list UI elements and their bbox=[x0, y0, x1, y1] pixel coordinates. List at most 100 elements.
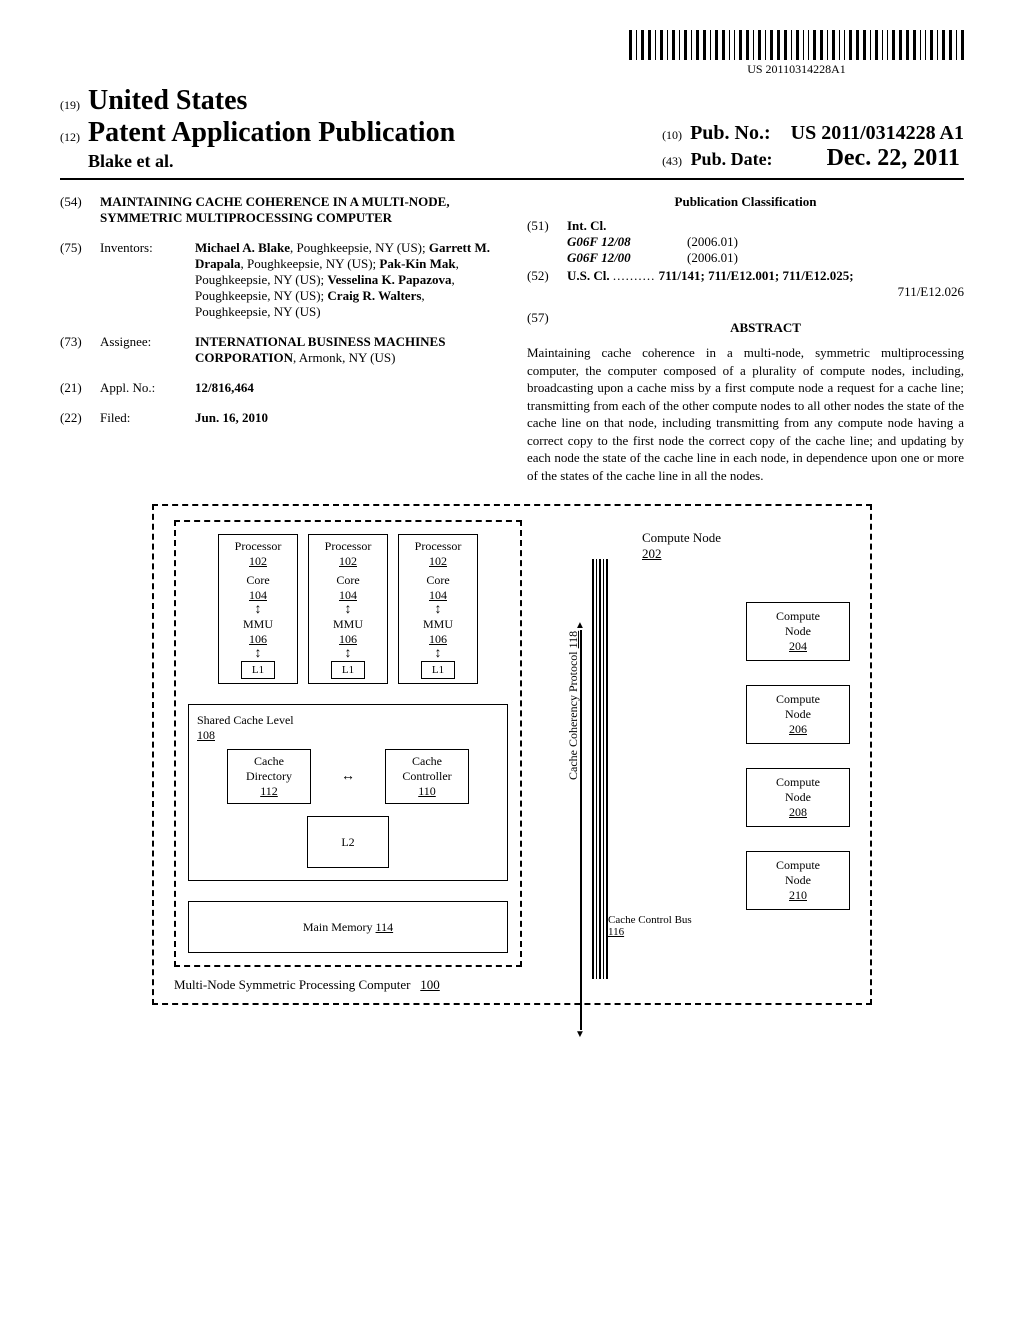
core-ref: 104 bbox=[225, 588, 291, 603]
assignee-loc: Armonk, NY (US) bbox=[299, 350, 396, 365]
processor-ref: 102 bbox=[225, 554, 291, 569]
mmu-ref-2: 106 bbox=[315, 632, 381, 647]
processor-box-1: Processor 102 Core 104 ↕ MMU 106 ↕ L1 bbox=[218, 534, 298, 684]
code-22: (22) bbox=[60, 410, 100, 426]
pub-date: Dec. 22, 2011 bbox=[827, 145, 960, 171]
publication-type: Patent Application Publication bbox=[88, 117, 455, 148]
node-ref-204: 204 bbox=[789, 639, 807, 653]
applno-text: 12/816,464 bbox=[195, 380, 254, 395]
uscl-row: (52) U.S. Cl. .......... 711/141; 711/E1… bbox=[527, 268, 964, 300]
intcl-class-0: G06F 12/08 bbox=[567, 234, 687, 250]
intcl-year-0: (2006.01) bbox=[687, 234, 964, 250]
barcode-text: US 20110314228A1 bbox=[747, 62, 846, 77]
compute-node-204: ComputeNode 204 bbox=[746, 602, 850, 661]
processor-box-2: Processor 102 Core 104 ↕ MMU 106 ↕ L1 bbox=[308, 534, 388, 684]
core-label: Core bbox=[225, 573, 291, 588]
node-label-208: Compute bbox=[776, 775, 820, 789]
mmu-ref-3: 106 bbox=[405, 632, 471, 647]
processor-row: Processor 102 Core 104 ↕ MMU 106 ↕ L1 Pr… bbox=[188, 534, 508, 684]
code-73: (73) bbox=[60, 334, 100, 366]
mmu-ref: 106 bbox=[225, 632, 291, 647]
bus-label: Cache Control Bus 116 bbox=[608, 914, 850, 938]
shared-cache-label: Shared Cache Level 108 bbox=[197, 713, 499, 743]
mmu-label: MMU bbox=[225, 617, 291, 632]
header-block: (19) United States (12) Patent Applicati… bbox=[60, 85, 964, 172]
pub-date-label: Pub. Date: bbox=[691, 149, 773, 169]
code-12: (12) bbox=[60, 130, 80, 144]
processor-label-3: Processor bbox=[405, 539, 471, 554]
applno-row: (21) Appl. No.: 12/816,464 bbox=[60, 380, 497, 396]
compute-node-208: ComputeNode 208 bbox=[746, 768, 850, 827]
main-memory-ref: 114 bbox=[376, 920, 394, 935]
intcl-item-0: G06F 12/08 (2006.01) bbox=[567, 234, 964, 250]
core-ref-2: 104 bbox=[315, 588, 381, 603]
node-ref-210: 210 bbox=[789, 888, 807, 902]
processor-box-3: Processor 102 Core 104 ↕ MMU 106 ↕ L1 bbox=[398, 534, 478, 684]
barcode-bars bbox=[629, 30, 964, 60]
cache-controller-label: Cache Controller bbox=[402, 754, 451, 783]
main-memory-box: Main Memory 114 bbox=[188, 901, 508, 953]
uscl-extra: 711/E12.026 bbox=[567, 284, 964, 300]
title-value: MAINTAINING CACHE COHERENCE IN A MULTI-N… bbox=[100, 194, 497, 226]
columns: (54) MAINTAINING CACHE COHERENCE IN A MU… bbox=[60, 194, 964, 484]
code-21: (21) bbox=[60, 380, 100, 396]
processor-ref-3: 102 bbox=[405, 554, 471, 569]
code-43: (43) bbox=[662, 154, 682, 168]
header-right: (10) Pub. No.: US 2011/0314228 A1 (43) P… bbox=[662, 122, 964, 172]
intcl-label: Int. Cl. bbox=[567, 218, 964, 234]
divider-line bbox=[60, 178, 964, 180]
filed-text: Jun. 16, 2010 bbox=[195, 410, 268, 425]
filed-value: Jun. 16, 2010 bbox=[195, 410, 497, 426]
code-51: (51) bbox=[527, 218, 567, 266]
processor-label-2: Processor bbox=[315, 539, 381, 554]
code-52: (52) bbox=[527, 268, 567, 300]
inventors-row: (75) Inventors: Michael A. Blake, Poughk… bbox=[60, 240, 497, 320]
protocol-text: Cache Coherency Protocol bbox=[566, 652, 580, 781]
pub-no-label: Pub. No.: US 2011/0314228 A1 bbox=[690, 122, 964, 144]
pub-no-value: US 2011/0314228 A1 bbox=[791, 122, 964, 144]
node-label-204: Compute bbox=[776, 609, 820, 623]
title-row: (54) MAINTAINING CACHE COHERENCE IN A MU… bbox=[60, 194, 497, 226]
bus-ref: 116 bbox=[608, 926, 624, 938]
left-column: (54) MAINTAINING CACHE COHERENCE IN A MU… bbox=[60, 194, 497, 484]
uscl-value: 711/141; 711/E12.001; 711/E12.025; bbox=[659, 268, 854, 283]
figure-right: Compute Node 202 Cache Coherency Protoco… bbox=[562, 520, 850, 938]
processor-ref-2: 102 bbox=[315, 554, 381, 569]
figure-footer-text: Multi-Node Symmetric Processing Computer bbox=[174, 977, 411, 992]
filed-label: Filed: bbox=[100, 410, 195, 426]
compute-node-206: ComputeNode 206 bbox=[746, 685, 850, 744]
cache-directory-ref: 112 bbox=[260, 784, 278, 798]
figure-footer: Multi-Node Symmetric Processing Computer… bbox=[174, 977, 850, 993]
code-54: (54) bbox=[60, 194, 100, 226]
intcl-item-1: G06F 12/00 (2006.01) bbox=[567, 250, 964, 266]
uscl-leader: .......... bbox=[613, 268, 656, 283]
code-10: (10) bbox=[662, 128, 682, 142]
uscl-label: U.S. Cl. bbox=[567, 268, 610, 283]
inventors-label: Inventors: bbox=[100, 240, 195, 320]
harrow-icon: ↔ bbox=[341, 769, 355, 785]
core-ref-3: 104 bbox=[405, 588, 471, 603]
node-202-ref: 202 bbox=[642, 546, 662, 561]
cache-controller-ref: 110 bbox=[418, 784, 436, 798]
node-ref-206: 206 bbox=[789, 722, 807, 736]
country: United States bbox=[88, 85, 247, 116]
code-19: (19) bbox=[60, 98, 80, 112]
barcode: US 20110314228A1 bbox=[629, 30, 964, 77]
l2-box: L2 bbox=[307, 816, 389, 868]
code-75: (75) bbox=[60, 240, 100, 320]
figure-area: Processor 102 Core 104 ↕ MMU 106 ↕ L1 Pr… bbox=[60, 504, 964, 1005]
assignee-label: Assignee: bbox=[100, 334, 195, 366]
main-memory-label: Main Memory bbox=[303, 920, 373, 935]
intcl-year-1: (2006.01) bbox=[687, 250, 964, 266]
bus-lines bbox=[592, 559, 608, 979]
cache-directory-box: Cache Directory 112 bbox=[227, 749, 311, 804]
compute-node-text: Compute Node bbox=[642, 530, 721, 545]
barcode-area: US 20110314228A1 bbox=[60, 30, 964, 77]
shared-cache-box: Shared Cache Level 108 Cache Directory 1… bbox=[188, 704, 508, 881]
right-column: Publication Classification (51) Int. Cl.… bbox=[527, 194, 964, 484]
code-57: (57) bbox=[527, 310, 567, 342]
node-label-206: Compute bbox=[776, 692, 820, 706]
header-left: (19) United States (12) Patent Applicati… bbox=[60, 85, 455, 172]
compute-node-202-detail: Processor 102 Core 104 ↕ MMU 106 ↕ L1 Pr… bbox=[174, 520, 522, 967]
pub-no-label-text: Pub. No.: bbox=[690, 122, 771, 144]
